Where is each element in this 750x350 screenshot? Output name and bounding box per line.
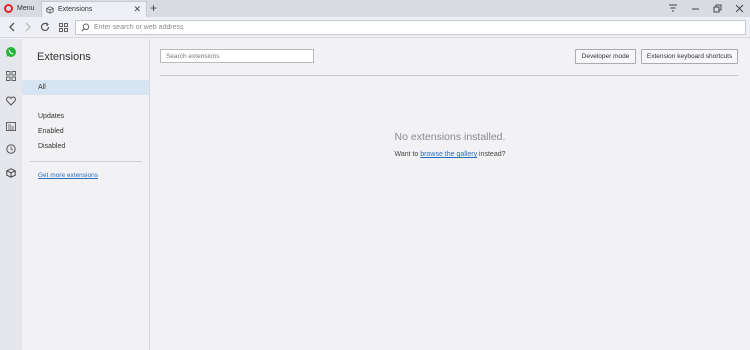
tab-menu-icon bbox=[669, 4, 677, 12]
browse-gallery-link[interactable]: browse the gallery bbox=[420, 151, 477, 158]
address-field[interactable] bbox=[75, 20, 746, 35]
empty-state-title: No extensions installed. bbox=[394, 131, 506, 143]
developer-mode-button[interactable]: Developer mode bbox=[575, 49, 636, 64]
empty-state-subtitle: Want to browse the gallery instead? bbox=[150, 151, 750, 158]
search-icon bbox=[76, 23, 94, 32]
reload-icon bbox=[40, 22, 50, 32]
tab-close-icon[interactable]: ✕ bbox=[133, 4, 141, 15]
extensions-nav: Extensions All Updates Enabled Disabled … bbox=[22, 39, 150, 350]
speed-dial-button[interactable] bbox=[57, 21, 69, 33]
tab-bar: Menu Extensions ✕ + bbox=[0, 0, 750, 17]
tab-menu-button[interactable] bbox=[663, 0, 683, 17]
opera-menu-button[interactable]: Menu bbox=[0, 0, 40, 17]
speed-dial-icon[interactable] bbox=[5, 70, 17, 82]
minimize-button[interactable] bbox=[685, 0, 705, 17]
main-content: Developer mode Extension keyboard shortc… bbox=[150, 39, 750, 350]
forward-button[interactable] bbox=[22, 21, 34, 33]
tab-title: Extensions bbox=[58, 6, 93, 13]
close-icon bbox=[735, 4, 743, 13]
get-more-extensions-link[interactable]: Get more extensions bbox=[38, 172, 98, 179]
sidebar bbox=[0, 39, 22, 350]
opera-logo-icon bbox=[4, 4, 13, 13]
nav-item-disabled[interactable]: Disabled bbox=[22, 139, 149, 154]
nav-item-updates[interactable]: Updates bbox=[22, 109, 149, 124]
news-icon[interactable] bbox=[5, 120, 17, 132]
nav-divider bbox=[30, 161, 142, 162]
address-bar bbox=[0, 17, 750, 38]
cube-icon bbox=[46, 5, 54, 14]
restore-icon bbox=[713, 4, 721, 13]
grid-icon bbox=[58, 22, 68, 32]
new-tab-button[interactable]: + bbox=[150, 1, 157, 15]
heart-icon[interactable] bbox=[5, 95, 17, 107]
extensions-search-input[interactable] bbox=[166, 52, 313, 60]
empty-suffix: instead? bbox=[477, 151, 506, 158]
tab-extensions[interactable]: Extensions ✕ bbox=[41, 1, 147, 17]
menu-label: Menu bbox=[17, 5, 35, 12]
extensions-search-box[interactable] bbox=[160, 49, 314, 63]
history-icon[interactable] bbox=[5, 143, 17, 155]
keyboard-shortcuts-button[interactable]: Extension keyboard shortcuts bbox=[641, 49, 738, 64]
page-title: Extensions bbox=[37, 51, 91, 63]
forward-icon bbox=[25, 22, 31, 32]
nav-item-all[interactable]: All bbox=[22, 80, 149, 95]
restore-button[interactable] bbox=[707, 0, 727, 17]
reload-button[interactable] bbox=[39, 21, 51, 33]
extensions-icon[interactable] bbox=[5, 167, 17, 179]
minimize-icon bbox=[691, 8, 699, 10]
back-icon bbox=[9, 22, 15, 32]
whatsapp-icon[interactable] bbox=[5, 46, 17, 58]
back-button[interactable] bbox=[6, 21, 18, 33]
nav-item-enabled[interactable]: Enabled bbox=[22, 124, 149, 139]
header-divider bbox=[160, 75, 738, 76]
address-input[interactable] bbox=[94, 24, 745, 31]
empty-prefix: Want to bbox=[394, 151, 421, 158]
close-window-button[interactable] bbox=[729, 0, 749, 17]
